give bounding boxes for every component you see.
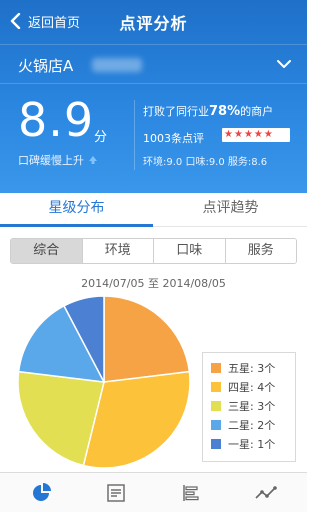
beat-suffix: 的商户 — [240, 105, 274, 118]
star-rating: ★ ★ ★ ★ ★ — [222, 128, 290, 142]
beat-peers-text: 打败了同行业78%的商户 — [143, 103, 273, 119]
legend-item: 五星: 3个 — [211, 358, 295, 377]
tab-review-trend[interactable]: 点评趋势 — [154, 193, 307, 227]
star-icon: ★ — [243, 129, 253, 140]
trend-text: 口碑缓慢上升 — [18, 154, 84, 167]
legend-item: 一星: 1个 — [211, 434, 295, 453]
pie-slice-1 — [103, 295, 191, 383]
trend-indicator: 口碑缓慢上升 — [18, 152, 98, 168]
header-panel: 返回首页 点评分析 火锅店A 8.9 分 口碑缓慢上升 打败了同行业78%的商户… — [0, 0, 307, 193]
review-list-icon — [107, 484, 125, 502]
chart-legend: 五星: 3个 四星: 4个 三星: 3个 二星: 2个 一星: 1个 — [202, 352, 296, 462]
legend-swatch — [211, 419, 221, 430]
legend-swatch — [211, 438, 221, 449]
bottom-nav-trend[interactable] — [228, 473, 304, 512]
bar-list-icon — [183, 485, 199, 501]
legend-item: 四星: 4个 — [211, 377, 295, 396]
bottom-nav-reviews[interactable] — [78, 473, 154, 512]
star-distribution-pie-chart — [17, 295, 191, 469]
legend-label: 三星: 3个 — [228, 399, 276, 413]
active-tab-indicator — [0, 224, 153, 227]
score-unit: 分 — [94, 130, 108, 145]
bottom-nav-pie[interactable] — [4, 473, 80, 512]
chevron-down-icon[interactable] — [277, 59, 291, 69]
overall-score: 8.9 — [18, 93, 95, 147]
category-segmented-control: 综合 环境 口味 服务 — [10, 238, 297, 264]
legend-label: 五星: 3个 — [228, 361, 276, 375]
legend-item: 三星: 3个 — [211, 396, 295, 415]
trend-line-icon — [255, 486, 277, 499]
legend-label: 一星: 1个 — [228, 437, 276, 451]
date-range: 2014/07/05 至 2014/08/05 — [81, 277, 226, 290]
nav-bar: 返回首页 点评分析 — [0, 0, 307, 42]
pie-chart-icon — [33, 483, 51, 501]
legend-label: 二星: 2个 — [228, 418, 276, 432]
segment-environment[interactable]: 环境 — [82, 239, 154, 263]
legend-item: 二星: 2个 — [211, 415, 295, 434]
legend-swatch — [211, 381, 221, 392]
legend-swatch — [211, 400, 221, 411]
star-icon: ★ — [224, 129, 233, 140]
beat-percent: 78% — [209, 104, 241, 119]
segment-taste[interactable]: 口味 — [154, 239, 226, 263]
review-count: 1003条点评 — [143, 132, 204, 145]
rising-arrow-icon — [89, 156, 97, 164]
beat-prefix: 打败了同行业 — [143, 105, 209, 118]
sub-scores: 环境:9.0 口味:9.0 服务:8.6 — [143, 157, 268, 168]
store-selector[interactable]: 火锅店A — [0, 44, 307, 84]
star-icon: ★ — [253, 129, 263, 140]
store-name: 火锅店A — [18, 57, 74, 75]
page-title: 点评分析 — [119, 14, 188, 33]
star-icon: ★ — [233, 129, 243, 140]
segment-service[interactable]: 服务 — [225, 239, 296, 263]
bottom-nav-bars[interactable] — [153, 473, 229, 512]
tab-bar: 星级分布 点评趋势 — [0, 193, 307, 227]
redacted-text — [92, 58, 142, 72]
tab-star-distribution[interactable]: 星级分布 — [0, 193, 153, 227]
segment-overall[interactable]: 综合 — [11, 239, 83, 263]
legend-label: 四星: 4个 — [228, 380, 276, 394]
bottom-nav — [0, 472, 307, 512]
divider — [134, 100, 135, 170]
star-icon: ★ — [263, 129, 273, 140]
legend-swatch — [211, 362, 221, 373]
